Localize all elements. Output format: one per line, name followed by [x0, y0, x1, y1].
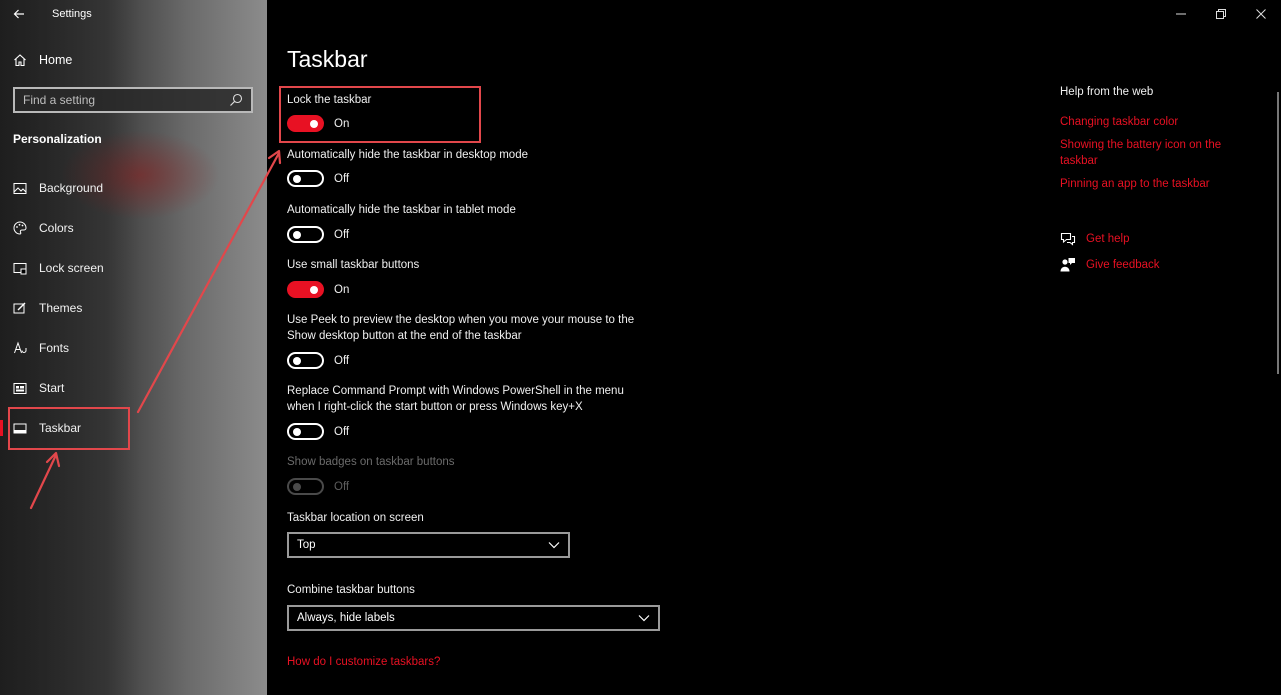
setting-label-autohide-tablet: Automatically hide the taskbar in tablet… [287, 204, 516, 216]
get-help-link[interactable]: Get help [1060, 231, 1129, 247]
chevron-down-icon [638, 615, 650, 622]
sidebar-item-colors[interactable]: Colors [0, 208, 267, 248]
toggle-knob [293, 356, 301, 365]
search-input[interactable] [23, 93, 229, 107]
sidebar-item-label: Themes [39, 301, 83, 315]
arrow-left-icon [13, 9, 24, 19]
location-dropdown[interactable]: Top [287, 532, 570, 558]
setting-label-autohide-desktop: Automatically hide the taskbar in deskto… [287, 149, 528, 161]
badges-toggle [287, 478, 324, 495]
restore-button[interactable] [1201, 0, 1241, 28]
help-link[interactable]: Changing taskbar color [1060, 114, 1240, 130]
toggle-knob [310, 285, 318, 294]
badges-toggle-row: Off [287, 478, 349, 495]
palette-icon [12, 220, 28, 236]
powershell-toggle-row: Off [287, 423, 349, 440]
chevron-down-icon [548, 542, 560, 549]
small-buttons-toggle[interactable] [287, 281, 324, 298]
home-icon [12, 52, 28, 68]
help-links: Changing taskbar color Showing the batte… [1060, 114, 1240, 199]
back-button[interactable] [0, 0, 38, 28]
app-title: Settings [52, 8, 92, 20]
search-box[interactable] [13, 87, 253, 113]
setting-label-line: Replace Command Prompt with Windows Powe… [287, 385, 624, 397]
sidebar-item-label: Start [39, 381, 65, 395]
page-title: Taskbar [287, 46, 368, 72]
sidebar-nav: Background Colors Lock screen Themes Fon… [0, 168, 267, 448]
setting-label-line: when I right-click the start button or p… [287, 401, 583, 413]
peek-toggle[interactable] [287, 352, 324, 369]
close-icon [1256, 9, 1266, 19]
sidebar-item-label: Lock screen [39, 261, 104, 275]
toggle-knob [293, 427, 301, 436]
scrollbar[interactable] [1277, 92, 1279, 374]
minimize-button[interactable] [1161, 0, 1201, 28]
setting-label-badges: Show badges on taskbar buttons [287, 456, 455, 468]
small-buttons-toggle-row: On [287, 281, 349, 298]
combine-value: Always, hide labels [297, 612, 395, 624]
setting-label-small-buttons: Use small taskbar buttons [287, 259, 420, 271]
sidebar-item-label: Background [39, 181, 104, 195]
powershell-toggle[interactable] [287, 423, 324, 440]
image-icon [12, 180, 28, 196]
get-help-label: Get help [1086, 233, 1130, 245]
toggle-knob [293, 174, 301, 183]
close-button[interactable] [1241, 0, 1281, 28]
help-link[interactable]: Pinning an app to the taskbar [1060, 176, 1240, 192]
window-controls [1161, 0, 1281, 28]
font-icon [12, 340, 28, 356]
toggle-knob [293, 230, 301, 239]
chat-bubble-icon [1060, 232, 1076, 246]
sidebar-item-background[interactable]: Background [0, 168, 267, 208]
autohide-desktop-toggle[interactable] [287, 170, 324, 187]
toggle-knob [293, 482, 301, 491]
toggle-state: Off [334, 480, 350, 493]
peek-toggle-row: Off [287, 352, 349, 369]
location-value: Top [297, 539, 316, 551]
help-title: Help from the web [1060, 86, 1154, 98]
sidebar-item-start[interactable]: Start [0, 368, 267, 408]
restore-icon [1216, 9, 1226, 19]
toggle-state: Off [334, 354, 350, 367]
sidebar-item-lock-screen[interactable]: Lock screen [0, 248, 267, 288]
setting-label-powershell: Replace Command Prompt with Windows Powe… [287, 383, 624, 415]
combine-dropdown[interactable]: Always, hide labels [287, 605, 660, 631]
autohide-tablet-toggle-row: Off [287, 226, 349, 243]
search-icon[interactable] [229, 93, 243, 107]
main-panel: Taskbar Lock the taskbar On Automaticall… [267, 0, 1281, 695]
help-link[interactable]: Showing the battery icon on the taskbar [1060, 137, 1240, 169]
title-bar: Settings [0, 0, 267, 28]
customize-taskbars-link[interactable]: How do I customize taskbars? [287, 656, 440, 668]
toggle-state: Off [334, 425, 350, 438]
setting-label-line: Show desktop button at the end of the ta… [287, 330, 522, 342]
sidebar: Settings Home Personalization Background… [0, 0, 267, 695]
home-label: Home [39, 53, 73, 67]
minimize-icon [1176, 13, 1186, 15]
location-label: Taskbar location on screen [287, 512, 424, 524]
section-heading: Personalization [13, 132, 102, 146]
sidebar-item-fonts[interactable]: Fonts [0, 328, 267, 368]
combine-label: Combine taskbar buttons [287, 584, 415, 596]
give-feedback-link[interactable]: Give feedback [1060, 257, 1160, 273]
toggle-state: Off [334, 228, 350, 241]
brush-icon [12, 300, 28, 316]
autohide-desktop-toggle-row: Off [287, 170, 349, 187]
sidebar-item-themes[interactable]: Themes [0, 288, 267, 328]
start-icon [12, 380, 28, 396]
sidebar-item-label: Fonts [39, 341, 70, 355]
autohide-tablet-toggle[interactable] [287, 226, 324, 243]
taskbar-nav-highlight-box [8, 407, 130, 450]
feedback-person-icon [1060, 258, 1075, 272]
setting-label-peek: Use Peek to preview the desktop when you… [287, 312, 634, 344]
sidebar-item-label: Colors [39, 221, 74, 235]
home-nav-item[interactable]: Home [12, 52, 72, 68]
toggle-state: On [334, 283, 350, 296]
give-feedback-label: Give feedback [1086, 259, 1160, 271]
toggle-state: Off [334, 172, 350, 185]
lock-taskbar-highlight-box [279, 86, 481, 143]
setting-label-line: Use Peek to preview the desktop when you… [287, 314, 635, 326]
lock-screen-icon [12, 260, 28, 276]
